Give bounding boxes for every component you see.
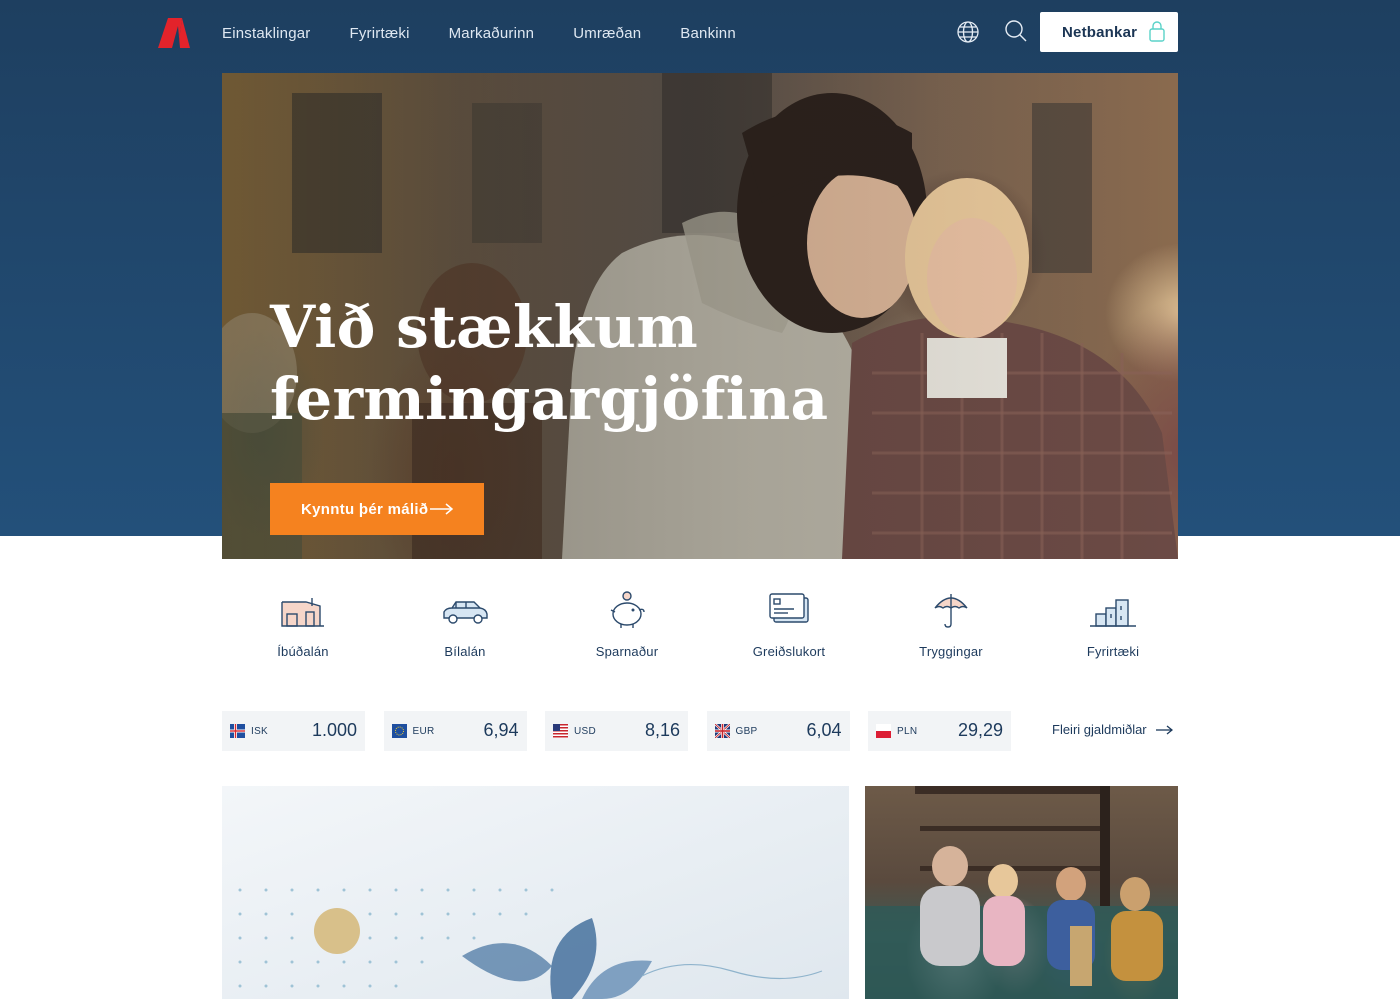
eu-flag-icon [391, 724, 407, 738]
rate-usd[interactable]: USD 8,16 [545, 711, 688, 751]
nav-item-bankinn[interactable]: Bankinn [680, 24, 736, 44]
buildings-icon [1090, 599, 1136, 627]
promo-card-photo[interactable] [865, 786, 1178, 999]
quick-link-label: Sparnaður [595, 644, 659, 659]
iceland-flag-icon [230, 724, 245, 738]
currency-rates: ISK 1.000 EUR 6,94 USD 8,16 GBP 6,04 PLN… [222, 711, 1030, 751]
main-nav: Einstaklingar Fyrirtæki Markaðurinn Umræ… [222, 24, 775, 44]
quick-link-label: Fyrirtæki [1086, 644, 1140, 659]
credit-card-icon [769, 593, 809, 623]
quick-link-ibudalan[interactable]: Íbúðalán [222, 590, 384, 670]
quick-link-fyrirtaeki[interactable]: Fyrirtæki [1032, 590, 1194, 670]
uk-flag-icon [714, 724, 730, 738]
rate-code: ISK [251, 726, 269, 737]
bank-logo[interactable] [158, 18, 190, 48]
rate-value: 1.000 [311, 720, 357, 740]
lock-icon [1149, 21, 1165, 42]
family-photo [865, 786, 1178, 999]
quick-link-label: Bílalán [444, 644, 486, 659]
piggy-bank-icon [610, 591, 645, 628]
quick-links: Íbúðalán Bílalán Sparnaður Greiðslukort … [222, 590, 1194, 670]
umbrella-icon [934, 594, 968, 628]
hero-banner: Við stækkum fermingargjöfina Kynntu þér … [222, 73, 1178, 559]
netbank-label: Netbankar [1062, 23, 1138, 41]
rate-value: 6,94 [483, 720, 519, 740]
search-icon[interactable] [1004, 19, 1028, 43]
arrow-right-icon [430, 503, 454, 515]
rate-code: USD [574, 726, 597, 737]
rate-value: 29,29 [957, 720, 1003, 740]
car-icon [443, 601, 488, 624]
hero-title: Við stækkum fermingargjöfina [270, 293, 829, 433]
rate-code: PLN [897, 726, 918, 737]
rate-isk[interactable]: ISK 1.000 [222, 711, 365, 751]
more-rates-label: Fleiri gjaldmiðlar [1052, 722, 1147, 737]
rate-code: GBP [735, 726, 758, 737]
more-rates-link[interactable]: Fleiri gjaldmiðlar [1052, 722, 1173, 737]
quick-link-bilalan[interactable]: Bílalán [384, 590, 546, 670]
nav-item-einstaklingar[interactable]: Einstaklingar [222, 24, 310, 44]
globe-icon[interactable] [956, 20, 980, 44]
arrow-right-icon [1155, 724, 1173, 735]
rate-gbp[interactable]: GBP 6,04 [706, 711, 850, 751]
leaf-illustration [238, 888, 823, 999]
nav-item-umraedan[interactable]: Umræðan [573, 24, 641, 44]
quick-link-label: Tryggingar [919, 644, 983, 659]
nav-item-markadurinn[interactable]: Markaðurinn [449, 24, 535, 44]
quick-link-label: Greiðslukort [752, 644, 826, 659]
hero-cta-button[interactable]: Kynntu þér málið [270, 483, 484, 535]
poland-flag-icon [876, 724, 891, 738]
site-header: Einstaklingar Fyrirtæki Markaðurinn Umræ… [0, 0, 1400, 66]
quick-link-tryggingar[interactable]: Tryggingar [870, 590, 1032, 670]
promo-card-illustration[interactable] [222, 786, 849, 999]
hero-cta-label: Kynntu þér málið [301, 500, 429, 518]
rate-pln[interactable]: PLN 29,29 [868, 711, 1011, 751]
rate-value: 6,04 [806, 720, 842, 740]
rate-value: 8,16 [644, 720, 680, 740]
quick-link-label: Íbúðalán [277, 644, 329, 659]
netbank-button[interactable]: Netbankar [1040, 12, 1178, 52]
quick-link-greidslukort[interactable]: Greiðslukort [708, 590, 870, 670]
rate-eur[interactable]: EUR 6,94 [383, 711, 527, 751]
quick-link-sparnadur[interactable]: Sparnaður [546, 590, 708, 670]
us-flag-icon [553, 724, 568, 738]
house-icon [281, 598, 324, 627]
nav-item-fyrirtaeki[interactable]: Fyrirtæki [349, 24, 409, 44]
rate-code: EUR [412, 726, 435, 737]
